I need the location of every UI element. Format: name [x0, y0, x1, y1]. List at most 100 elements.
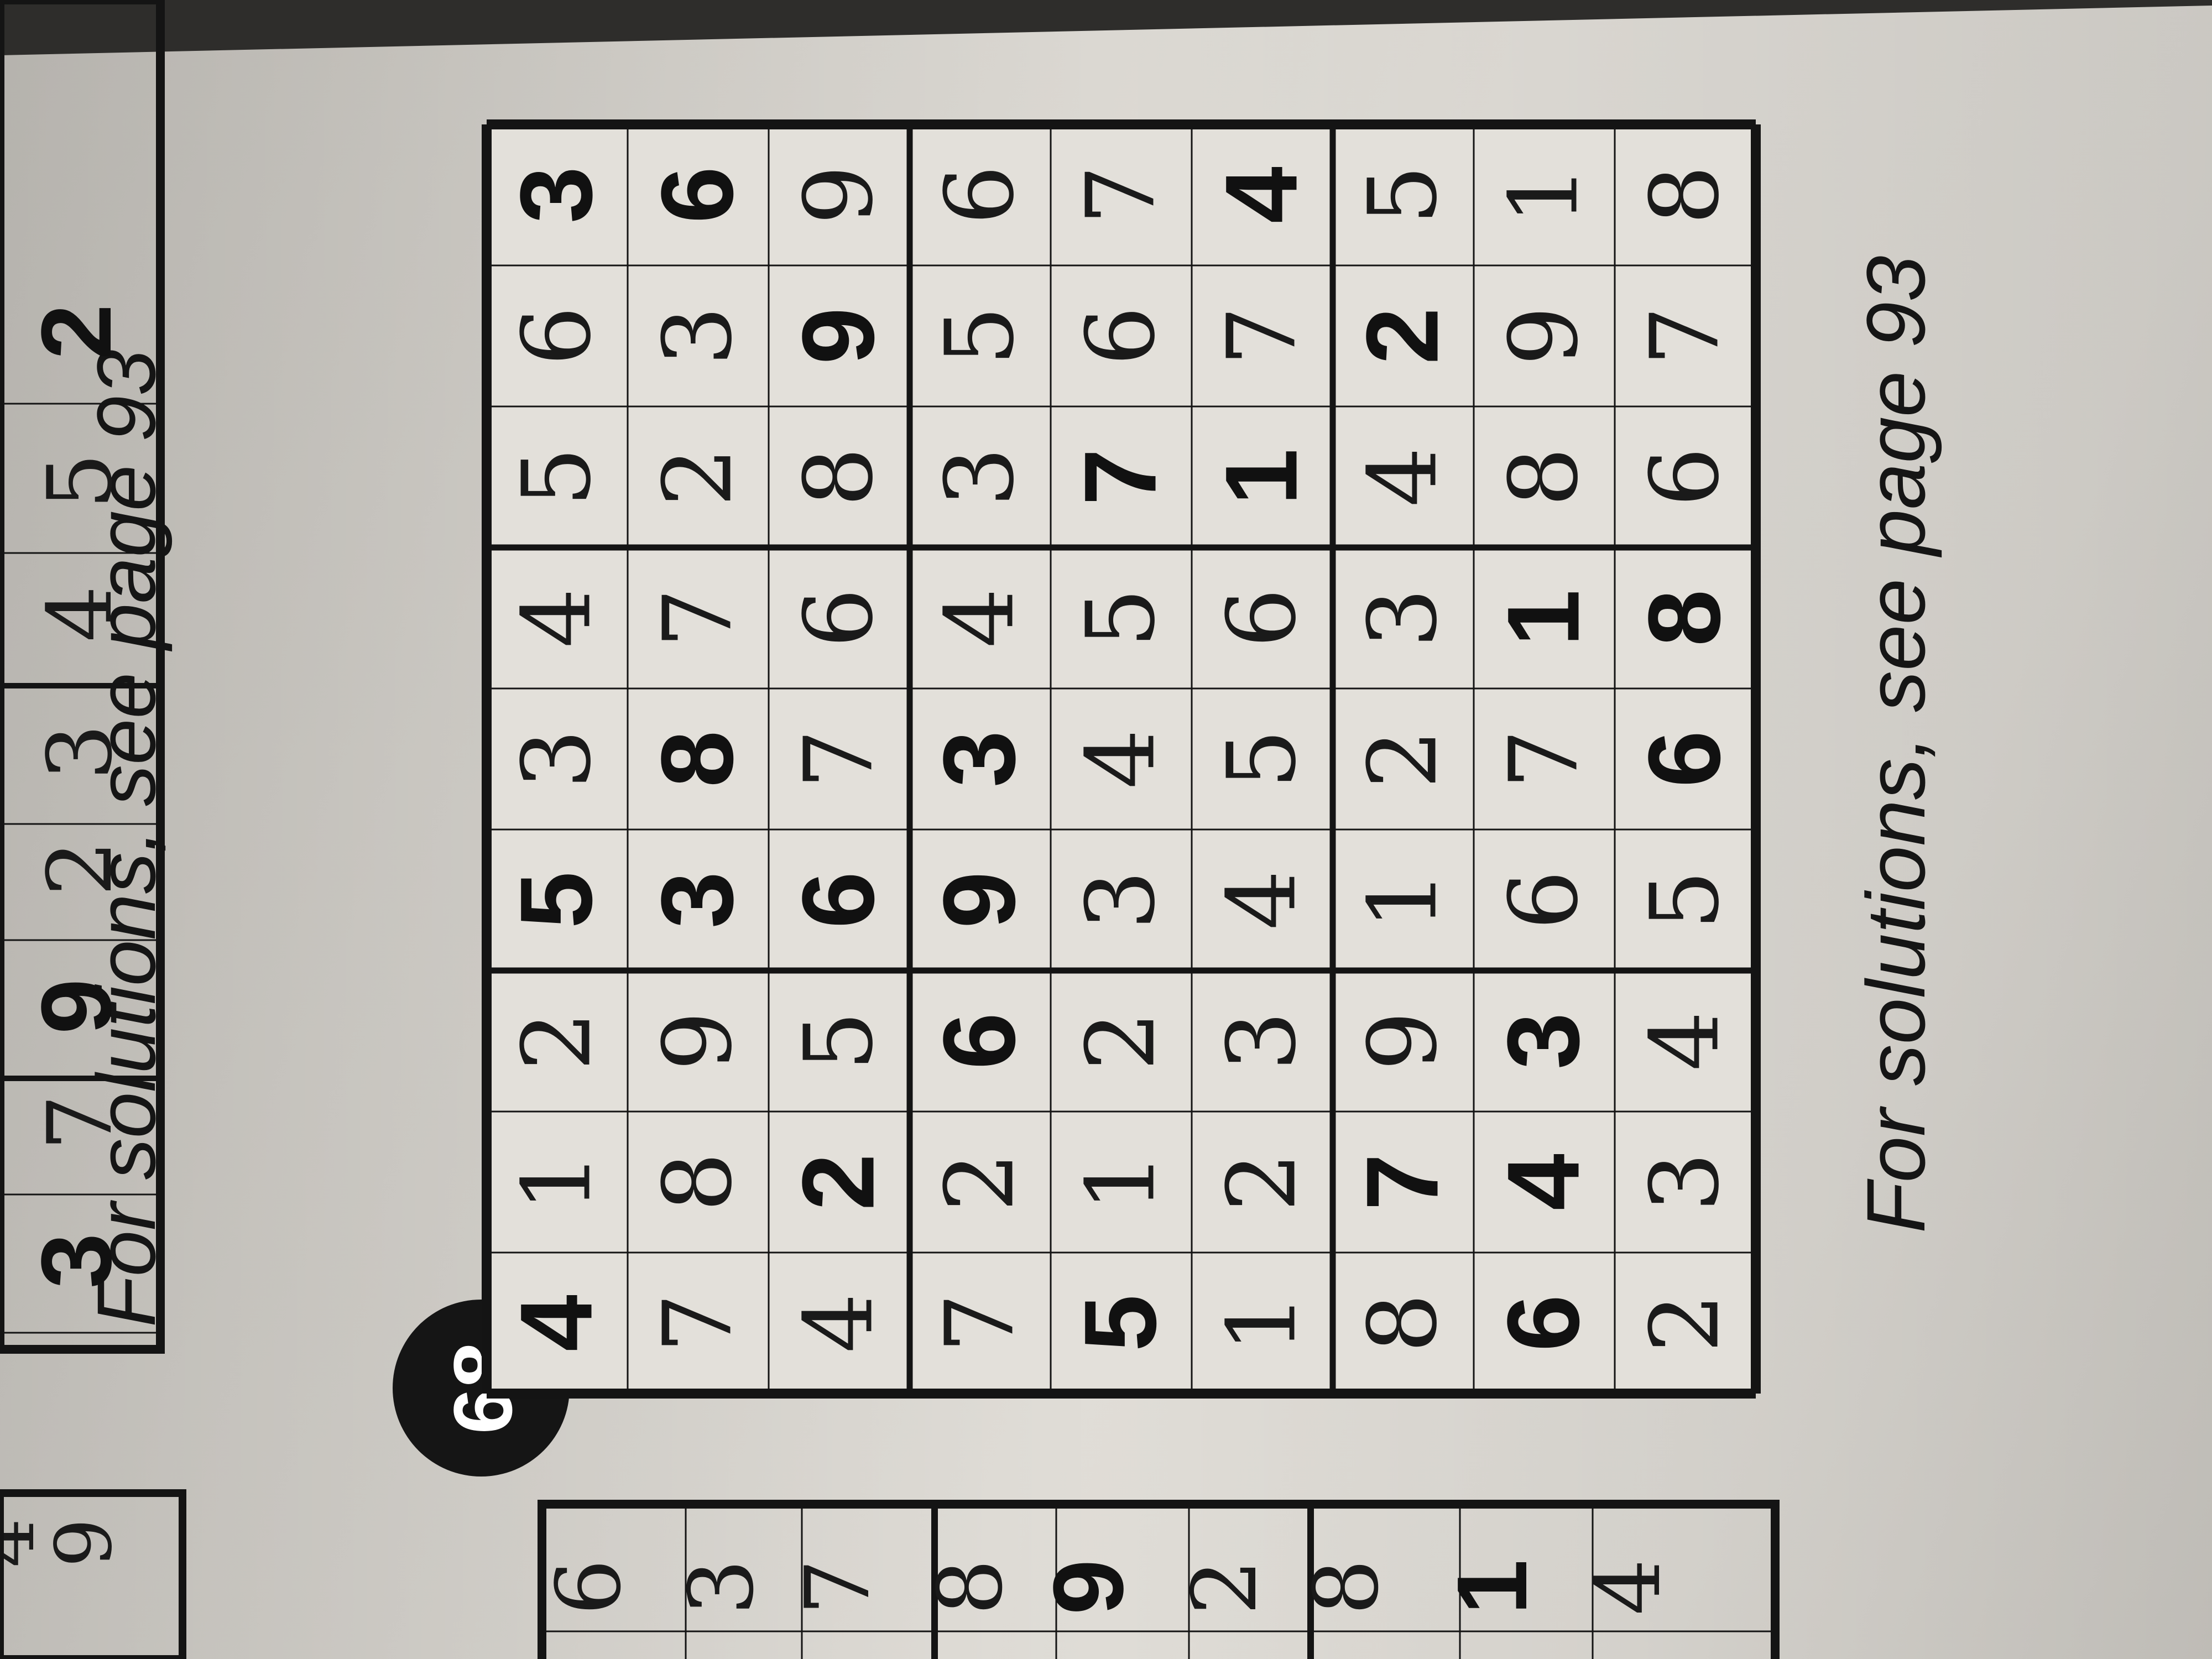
- cell-handwritten-digit: 2: [1631, 1293, 1740, 1353]
- cell-given-digit: 1: [1487, 589, 1601, 646]
- cell-handwritten-digit: 8: [1349, 1293, 1458, 1353]
- fragment-handwritten-digit: 7: [786, 1559, 889, 1615]
- fragment-handwritten-digit: 5: [28, 453, 132, 509]
- cell-given-digit: 3: [500, 166, 614, 223]
- cell-given-digit: 6: [1628, 731, 1742, 787]
- cell-handwritten-digit: 1: [1208, 1293, 1317, 1353]
- cell-handwritten-digit: 4: [926, 588, 1035, 648]
- cell-handwritten-digit: 9: [1349, 1011, 1458, 1071]
- cell-handwritten-digit: 2: [1349, 729, 1458, 789]
- cell-handwritten-digit: 2: [644, 447, 753, 507]
- fragment-handwritten-digit: 8: [1295, 1559, 1398, 1615]
- cell-handwritten-digit: 7: [1631, 306, 1740, 366]
- fragment-given-digit: 2: [21, 304, 132, 359]
- cell-handwritten-digit: 5: [785, 1011, 894, 1071]
- cell-handwritten-digit: 4: [785, 1293, 894, 1353]
- cell-given-digit: 4: [1487, 1154, 1601, 1211]
- cell-handwritten-digit: 8: [785, 447, 894, 507]
- fragment-given-digit: 3: [21, 1233, 132, 1288]
- cell-handwritten-digit: 5: [1067, 588, 1176, 648]
- fragment-given-digit: 9: [21, 979, 132, 1034]
- cell-handwritten-digit: 6: [1208, 588, 1317, 648]
- fragment-given-digit: 9: [1033, 1559, 1144, 1615]
- photo-scene: 68 4125345637893872364256768997269343565…: [0, 0, 2212, 1659]
- cell-given-digit: 6: [923, 1013, 1037, 1070]
- cell-handwritten-digit: 4: [1631, 1011, 1740, 1071]
- cell-handwritten-digit: 8: [1490, 447, 1599, 507]
- cell-given-digit: 5: [500, 872, 614, 928]
- cell-handwritten-digit: 7: [926, 1293, 1035, 1353]
- cell-handwritten-digit: 8: [1631, 165, 1740, 225]
- cell-given-digit: 7: [1064, 448, 1178, 505]
- cell-handwritten-digit: 3: [1631, 1152, 1740, 1212]
- cell-given-digit: 2: [782, 1154, 896, 1211]
- cell-given-digit: 9: [923, 872, 1037, 928]
- cell-handwritten-digit: 1: [1490, 165, 1599, 225]
- cell-handwritten-digit: 5: [503, 447, 612, 507]
- cell-handwritten-digit: 3: [644, 306, 753, 366]
- cell-given-digit: 6: [641, 166, 755, 223]
- fragment-handwritten-digit: 4: [1577, 1559, 1680, 1615]
- cell-handwritten-digit: 2: [1067, 1011, 1176, 1071]
- cell-given-digit: 6: [782, 872, 896, 928]
- cell-handwritten-digit: 7: [1490, 729, 1599, 789]
- cell-handwritten-digit: 7: [644, 1293, 753, 1353]
- cell-handwritten-digit: 5: [1349, 165, 1458, 225]
- cell-handwritten-digit: 7: [1208, 306, 1317, 366]
- magazine-page: 68 4125345637893872364256768997269343565…: [0, 0, 2212, 1659]
- fragment-handwritten-digit: 4: [28, 586, 132, 642]
- cell-handwritten-digit: 3: [926, 447, 1035, 507]
- cell-given-digit: 3: [1487, 1013, 1601, 1070]
- cell-handwritten-digit: 3: [1349, 588, 1458, 648]
- cell-handwritten-digit: 6: [1490, 870, 1599, 930]
- cell-handwritten-digit: 4: [1208, 870, 1317, 930]
- cell-handwritten-digit: 6: [1067, 306, 1176, 366]
- cell-handwritten-digit: 5: [1631, 870, 1740, 930]
- cell-handwritten-digit: 7: [644, 588, 753, 648]
- fragment-handwritten-digit: 6: [537, 1559, 640, 1615]
- cell-handwritten-digit: 1: [1067, 1152, 1176, 1212]
- cell-handwritten-digit: 9: [644, 1011, 753, 1071]
- cell-handwritten-digit: 6: [926, 165, 1035, 225]
- cell-given-digit: 5: [1064, 1295, 1178, 1352]
- fragment-handwritten-digit: 8: [919, 1559, 1022, 1615]
- cell-handwritten-digit: 7: [785, 729, 894, 789]
- cell-handwritten-digit: 1: [503, 1152, 612, 1212]
- cell-handwritten-digit: 3: [1208, 1011, 1317, 1071]
- cell-handwritten-digit: 8: [644, 1152, 753, 1212]
- cell-given-digit: 6: [1487, 1295, 1601, 1352]
- cell-given-digit: 9: [782, 307, 896, 364]
- cell-given-digit: 3: [923, 731, 1037, 787]
- cell-handwritten-digit: 6: [1631, 447, 1740, 507]
- fragment-handwritten-digit: 3: [28, 724, 132, 780]
- cell-handwritten-digit: 4: [1067, 729, 1176, 789]
- sudoku-grid: 4125345637893872364256768997269343565123…: [482, 119, 1761, 1399]
- cell-handwritten-digit: 9: [785, 165, 894, 225]
- solution-caption-main: For solutions, see page 93: [1849, 255, 1942, 1233]
- cell-handwritten-digit: 3: [503, 729, 612, 789]
- cell-given-digit: 4: [500, 1295, 614, 1352]
- fragment-handwritten-digit: 9: [39, 1518, 129, 1567]
- cell-given-digit: 8: [641, 731, 755, 787]
- cell-handwritten-digit: 3: [1067, 870, 1176, 930]
- cell-given-digit: 2: [1346, 307, 1460, 364]
- cell-handwritten-digit: 2: [926, 1152, 1035, 1212]
- fragment-handwritten-digit: 2: [1173, 1559, 1276, 1615]
- cell-given-digit: 3: [641, 872, 755, 928]
- cell-given-digit: 8: [1628, 589, 1742, 646]
- cell-handwritten-digit: 4: [1349, 447, 1458, 507]
- fragment-given-digit: 1: [1437, 1559, 1548, 1615]
- cell-given-digit: 4: [1205, 166, 1319, 223]
- cell-given-digit: 7: [1346, 1154, 1460, 1211]
- fragment-handwritten-digit: 3: [670, 1559, 773, 1615]
- cell-handwritten-digit: 6: [785, 588, 894, 648]
- cell-handwritten-digit: 9: [1490, 306, 1599, 366]
- fragment-handwritten-digit: 7: [28, 1094, 132, 1151]
- cell-given-digit: 1: [1205, 448, 1319, 505]
- cell-handwritten-digit: 7: [1067, 165, 1176, 225]
- cell-handwritten-digit: 1: [1349, 870, 1458, 930]
- cell-handwritten-digit: 5: [926, 306, 1035, 366]
- cell-handwritten-digit: 2: [1208, 1152, 1317, 1212]
- fragment-handwritten-digit: 2: [28, 840, 132, 896]
- cell-handwritten-digit: 5: [1208, 729, 1317, 789]
